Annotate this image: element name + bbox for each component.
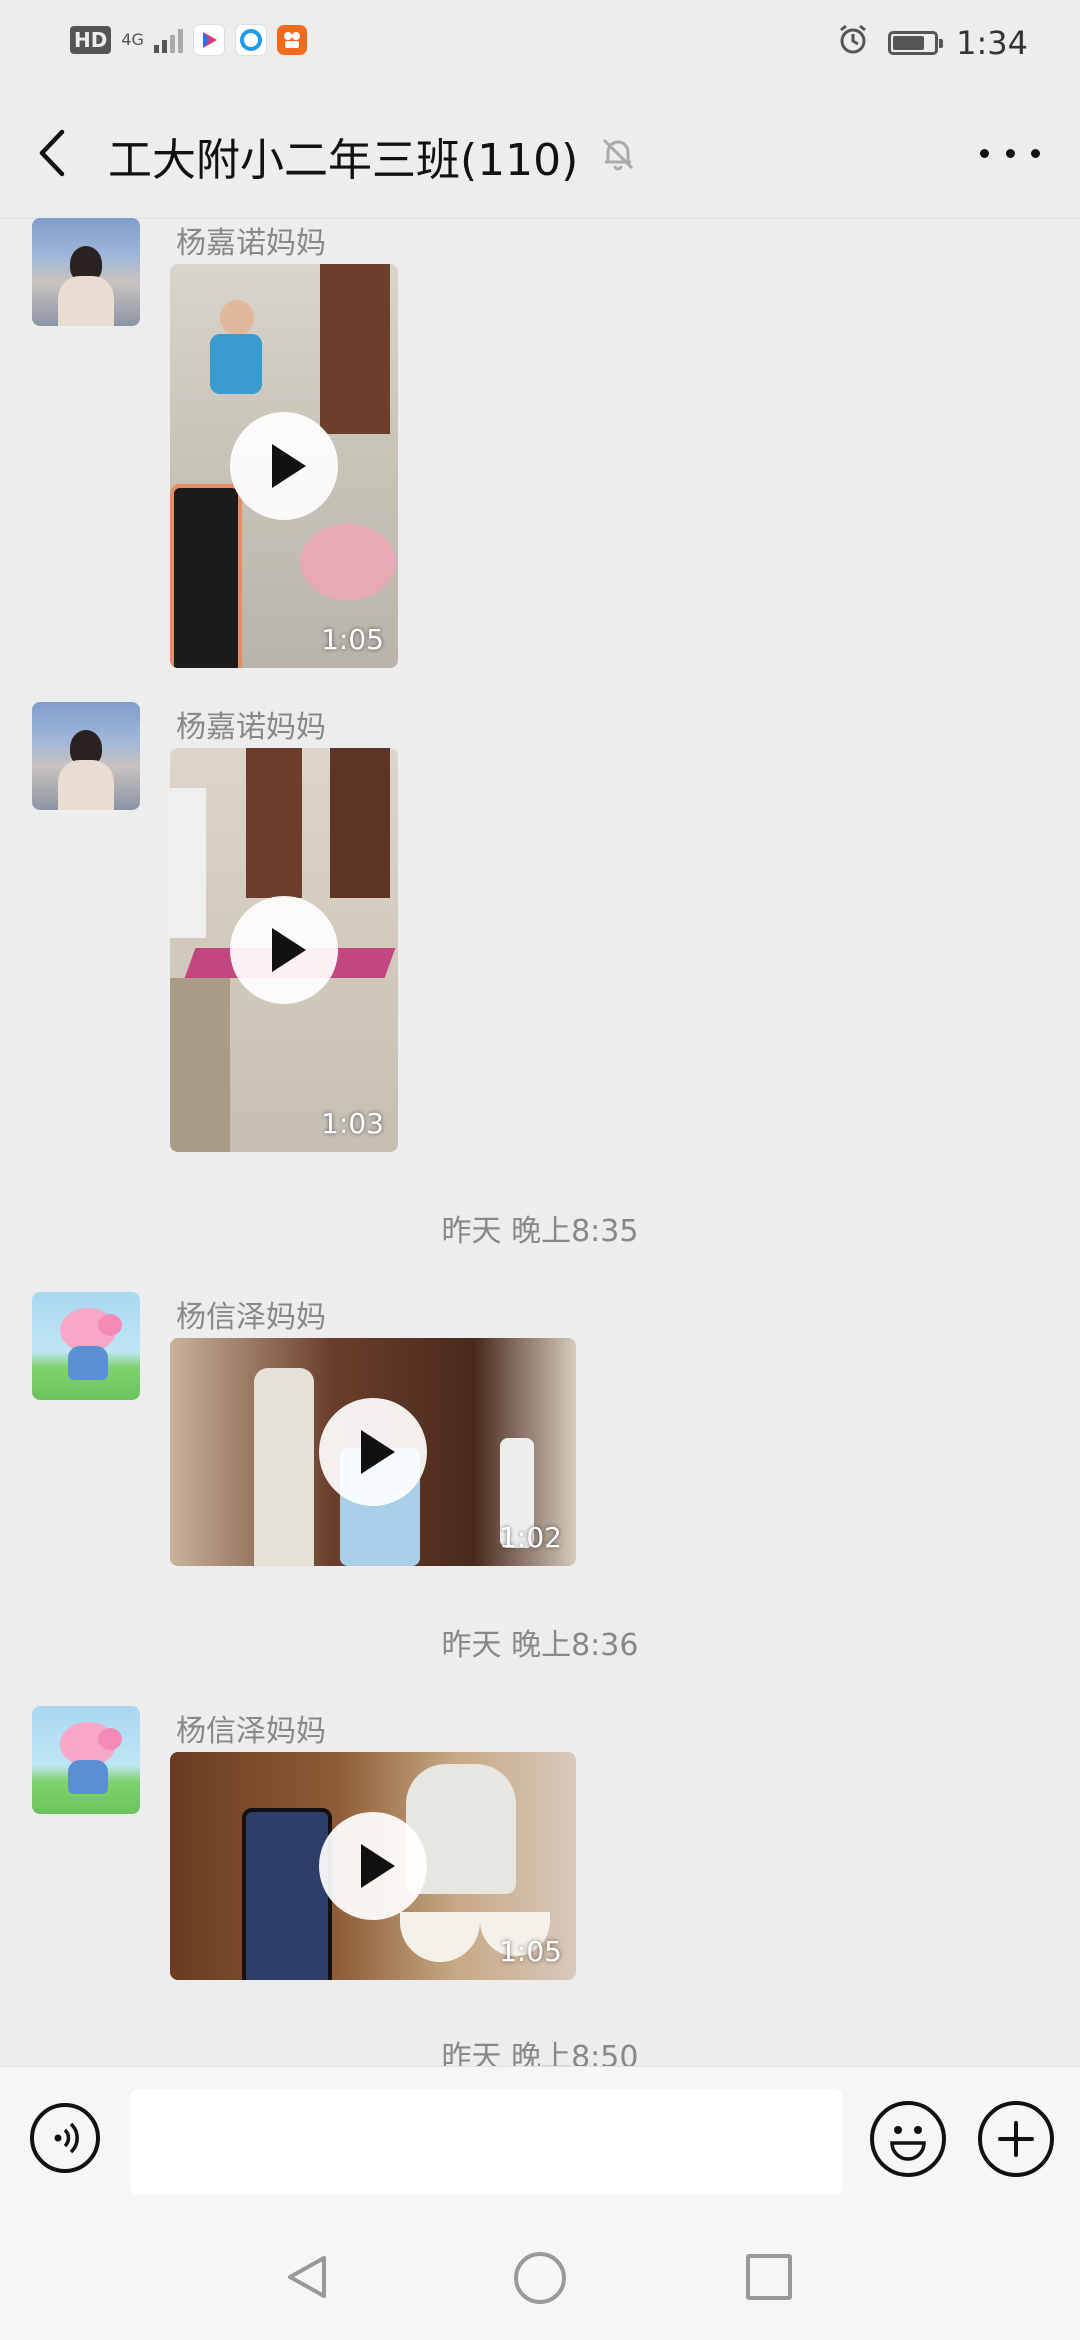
voice-button[interactable] bbox=[30, 2103, 100, 2173]
nav-recent-button[interactable] bbox=[746, 2254, 792, 2300]
nav-home-button[interactable] bbox=[514, 2252, 566, 2304]
back-icon bbox=[39, 129, 65, 177]
chat-header: 工大附小二年三班(110) bbox=[0, 88, 1080, 219]
avatar[interactable] bbox=[32, 702, 140, 810]
video-app-icon bbox=[192, 24, 225, 56]
kuaishou-app-icon bbox=[276, 25, 307, 55]
timestamp: 昨天 晚上8:35 bbox=[441, 1214, 639, 1249]
chat-title: 工大附小二年三班(110) bbox=[108, 135, 579, 186]
play-icon bbox=[319, 1398, 427, 1506]
plus-button[interactable] bbox=[978, 2101, 1054, 2177]
system-nav-bar bbox=[0, 2210, 1080, 2340]
clock-time: 1:34 bbox=[956, 24, 1028, 62]
alarm-icon bbox=[836, 22, 870, 64]
video-duration: 1:05 bbox=[321, 623, 384, 656]
mute-bell-icon bbox=[598, 134, 638, 174]
status-left-icons: HD 4G bbox=[70, 24, 307, 56]
sender-name: 杨信泽妈妈 bbox=[176, 1714, 326, 1749]
status-bar: HD 4G 1:34 bbox=[0, 0, 1080, 88]
nav-back-button[interactable] bbox=[282, 2252, 332, 2302]
more-button[interactable] bbox=[980, 138, 1040, 168]
battery-icon bbox=[888, 31, 944, 55]
browser-app-icon bbox=[234, 24, 267, 56]
video-message[interactable]: 1:03 bbox=[170, 748, 398, 1152]
video-duration: 1:02 bbox=[499, 1521, 562, 1554]
avatar[interactable] bbox=[32, 1706, 140, 1814]
message-input[interactable] bbox=[130, 2089, 842, 2195]
video-message[interactable]: 1:02 bbox=[170, 1338, 576, 1566]
nav-back-icon bbox=[288, 2256, 326, 2298]
sender-name: 杨嘉诺妈妈 bbox=[176, 710, 326, 745]
plus-icon bbox=[998, 2121, 1034, 2157]
timestamp: 昨天 晚上8:36 bbox=[441, 1628, 639, 1663]
play-icon bbox=[230, 896, 338, 1004]
play-icon bbox=[230, 412, 338, 520]
signal-icon bbox=[153, 27, 183, 53]
more-icon bbox=[980, 148, 989, 158]
sender-name: 杨嘉诺妈妈 bbox=[176, 226, 326, 261]
video-message[interactable]: 1:05 bbox=[170, 1752, 576, 1980]
network-type: 4G bbox=[121, 30, 144, 49]
status-right: 1:34 bbox=[836, 22, 1028, 64]
emoji-icon bbox=[890, 2126, 926, 2161]
back-button[interactable] bbox=[30, 126, 74, 180]
emoji-button[interactable] bbox=[870, 2101, 946, 2177]
video-duration: 1:05 bbox=[499, 1935, 562, 1968]
hd-icon: HD bbox=[70, 26, 112, 54]
play-icon bbox=[319, 1812, 427, 1920]
voice-icon bbox=[54, 2122, 79, 2154]
video-duration: 1:03 bbox=[321, 1107, 384, 1140]
avatar[interactable] bbox=[32, 218, 140, 326]
input-bar bbox=[0, 2066, 1080, 2211]
avatar[interactable] bbox=[32, 1292, 140, 1400]
sender-name: 杨信泽妈妈 bbox=[176, 1300, 326, 1335]
video-message[interactable]: 1:05 bbox=[170, 264, 398, 668]
